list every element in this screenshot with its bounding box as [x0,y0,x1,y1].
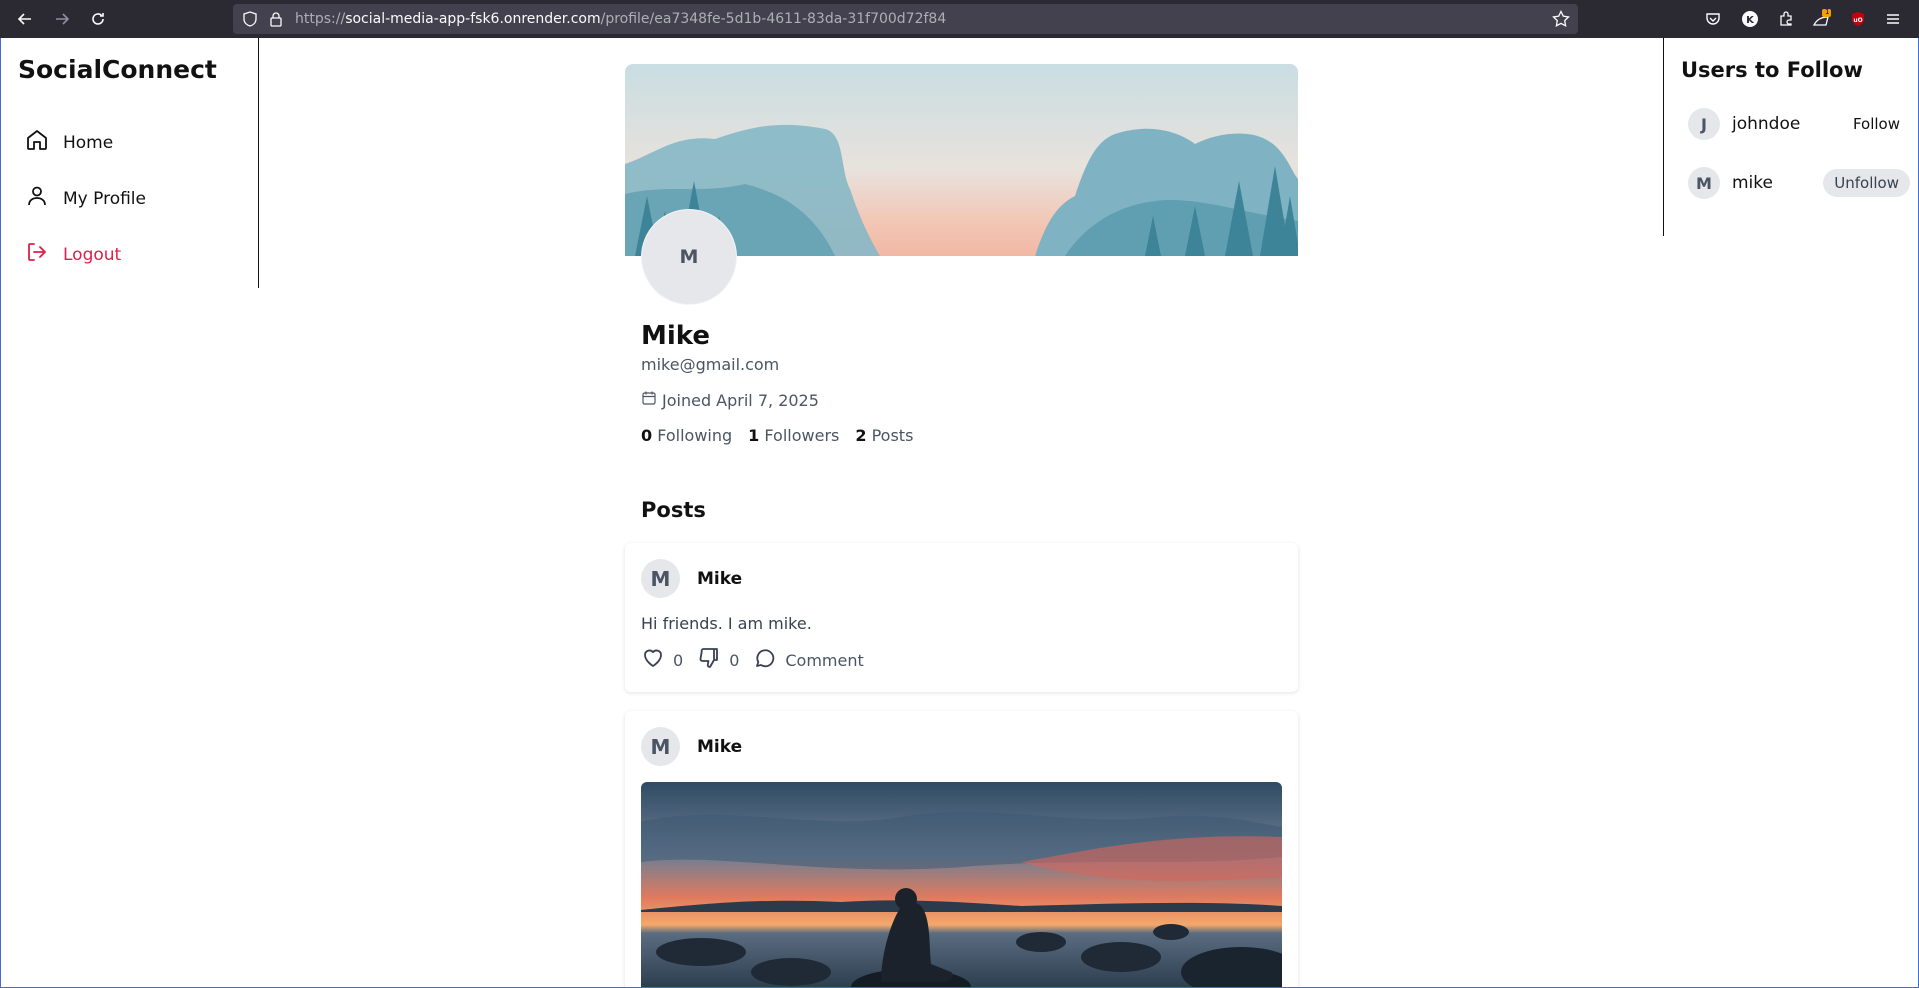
follow-button[interactable]: Follow [1843,111,1910,137]
post-author[interactable]: Mike [697,569,742,589]
url-path: /profile/ea7348fe-5d1b-4611-83da-31f700d… [600,11,947,27]
suggested-user: J johndoe Follow [1688,106,1910,142]
bookmark-star-icon[interactable] [1552,10,1570,32]
home-icon [25,128,49,157]
like-count: 0 [673,650,684,670]
suggested-user: M mike Unfollow [1688,165,1910,201]
ublock-icon[interactable]: uO [1848,9,1868,29]
logout-icon [25,240,49,269]
stat-label: Posts [871,426,914,445]
brand-title[interactable]: SocialConnect [18,55,217,84]
stat-value: 2 [855,426,867,445]
reload-icon[interactable] [86,7,110,31]
sidebar-item-label: Home [63,132,114,153]
post-header: M Mike [641,559,742,598]
avatar[interactable]: J [1688,108,1720,140]
users-to-follow-title: Users to Follow [1681,58,1863,82]
sidebar-item-home[interactable]: Home [25,128,113,157]
sidebar-item-label: Logout [63,244,122,265]
joined-text: Joined April 7, 2025 [662,390,819,410]
stat-posts[interactable]: 2 Posts [855,426,913,445]
post-image [641,782,1282,987]
thumbs-down-icon [697,646,721,674]
svg-text:K: K [1746,15,1755,26]
profile-email: mike@gmail.com [641,355,780,374]
pocket-icon[interactable] [1703,9,1723,29]
menu-icon[interactable] [1883,9,1903,29]
back-icon[interactable] [13,7,37,31]
stat-followers[interactable]: 1 Followers [748,426,839,445]
shield-icon[interactable] [242,11,258,31]
right-sidebar: Users to Follow J johndoe Follow M mike … [1663,38,1918,236]
url-bar[interactable]: https://social-media-app-fsk6.onrender.c… [233,4,1578,34]
avatar[interactable]: M [1688,167,1720,199]
stat-following[interactable]: 0 Following [641,426,732,445]
forward-icon[interactable] [50,7,74,31]
browser-toolbar: https://social-media-app-fsk6.onrender.c… [0,0,1919,38]
heart-icon [641,646,665,674]
post-card: M Mike Hi friends. I am mike. 0 0 Commen… [625,543,1298,692]
comment-button[interactable]: Comment [753,646,864,674]
extension-badge-count: 1 [1825,8,1830,16]
dislike-button[interactable]: 0 [697,646,739,674]
stat-label: Followers [764,426,840,445]
suggested-user-name[interactable]: mike [1732,173,1823,193]
avatar[interactable]: M [641,559,680,598]
post-author[interactable]: Mike [697,737,742,757]
url-prefix: https:// [295,11,346,27]
dislike-count: 0 [729,650,740,670]
sidebar-item-my-profile[interactable]: My Profile [25,184,146,213]
svg-text:uO: uO [1853,17,1862,24]
posts-heading: Posts [641,498,706,522]
sidebar-item-logout[interactable]: Logout [25,240,121,269]
sidebar-item-label: My Profile [63,188,146,209]
left-sidebar: SocialConnect Home My Profile Logout [1,38,259,288]
like-button[interactable]: 0 [641,646,683,674]
user-icon [25,184,49,213]
profile-name: Mike [641,321,711,351]
extensions-icon[interactable] [1776,9,1796,29]
post-card: M Mike [625,711,1298,987]
addon-badge-icon[interactable]: 1 [1812,8,1832,29]
stat-label: Following [657,426,733,445]
profile-avatar: M [641,209,737,305]
unfollow-button[interactable]: Unfollow [1823,169,1910,197]
account-icon[interactable]: K [1740,9,1760,29]
profile-joined-date: Joined April 7, 2025 [641,390,819,410]
post-actions: 0 0 Comment [641,646,878,674]
profile-stats: 0 Following 1 Followers 2 Posts [641,426,913,445]
post-header: M Mike [641,727,742,766]
suggested-user-name[interactable]: johndoe [1732,114,1843,134]
comment-icon [753,646,777,674]
url-host: social-media-app-fsk6.onrender.com [345,11,601,27]
comment-label: Comment [785,650,864,670]
stat-value: 1 [748,426,760,445]
page-viewport: SocialConnect Home My Profile Logout M M… [0,38,1919,988]
calendar-icon [641,390,657,410]
avatar[interactable]: M [641,727,680,766]
stat-value: 0 [641,426,653,445]
lock-icon[interactable] [268,11,284,31]
url-text[interactable]: https://social-media-app-fsk6.onrender.c… [295,11,946,27]
post-text: Hi friends. I am mike. [641,614,812,633]
